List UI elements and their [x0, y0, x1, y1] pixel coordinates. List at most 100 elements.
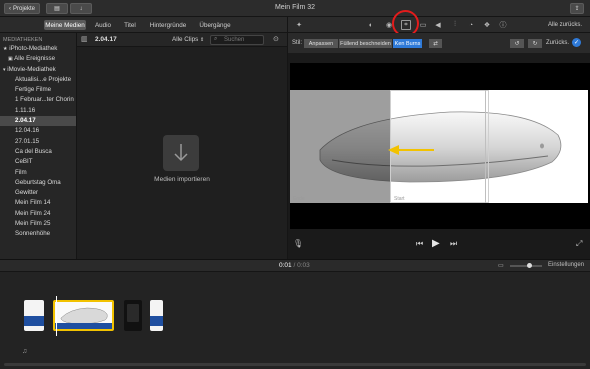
chevron-updown-icon: ⇕	[200, 37, 205, 43]
sidebar-item-event[interactable]: Geburtstag Oma	[0, 178, 76, 188]
timeline-settings-button[interactable]: Einstellungen	[548, 262, 584, 268]
sidebar-item-iphoto[interactable]: ★ iPhoto-Mediathek	[0, 44, 76, 54]
video-frame[interactable]: Ende Start	[290, 63, 590, 229]
import-media-button[interactable]	[163, 135, 199, 171]
sidebar-item-event[interactable]: 1.11.16	[0, 106, 76, 116]
skip-forward-icon[interactable]: ⏭	[450, 239, 457, 249]
playhead[interactable]	[56, 296, 57, 336]
info-icon[interactable]: ⓘ	[498, 20, 508, 30]
sidebar-item-imovie-library[interactable]: ▾ iMovie-Mediathek	[0, 65, 76, 75]
tab-meine-medien[interactable]: Meine Medien	[44, 20, 86, 30]
window-title: Mein Film 32	[274, 4, 316, 11]
sidebar-item-event[interactable]: 27.01.15	[0, 137, 76, 147]
import-media-label: Medien importieren	[154, 176, 210, 183]
zoom-slider-knob[interactable]	[527, 263, 532, 268]
libraries-sidebar: MEDIATHEKEN ★ iPhoto-Mediathek ▣ Alle Er…	[0, 33, 77, 259]
disclosure-triangle-icon: ▾	[3, 66, 6, 73]
clip-thumbnail-band	[127, 304, 139, 322]
tab-uebergaenge[interactable]: Übergänge	[198, 20, 232, 30]
sidebar-item-event-selected[interactable]: 2.04.17	[0, 116, 76, 127]
sidebar-item-event[interactable]: Fertige Filme	[0, 85, 76, 95]
stabilization-icon[interactable]: ▭	[418, 20, 428, 30]
title-bar: ‹ Projekte ▤ ↓ Mein Film 32 ⇪	[0, 0, 590, 17]
end-frame-overlay	[290, 90, 390, 203]
sidebar-item-label: iMovie-Mediathek	[7, 65, 56, 73]
zoom-settings-icon[interactable]: ⊙	[273, 35, 279, 43]
sidebar-item-event[interactable]: 12.04.16	[0, 126, 76, 136]
speed-icon[interactable]: ◔	[466, 20, 476, 30]
share-button[interactable]: ⇪	[570, 3, 584, 14]
crop-option-fuellend[interactable]: Füllend beschneiden	[339, 39, 392, 48]
tab-audio[interactable]: Audio	[92, 20, 114, 30]
current-time: 0:01	[279, 262, 292, 269]
sidebar-toggle-icon[interactable]: ▥	[81, 35, 88, 43]
film-icon: ▣	[8, 56, 13, 63]
ken-burns-direction-arrow	[388, 145, 434, 155]
rotate-left-button[interactable]: ↺	[510, 39, 524, 48]
sidebar-item-label: iPhoto-Mediathek	[9, 45, 58, 52]
tab-titel[interactable]: Titel	[121, 20, 139, 30]
search-icon: ⌕	[214, 36, 218, 42]
share-icon: ⇪	[574, 6, 580, 12]
zoom-slider[interactable]	[510, 263, 542, 268]
microphone-icon[interactable]: 🎙	[293, 239, 303, 248]
end-frame-label: Ende	[293, 196, 305, 202]
clip-filter-label: Alle Clips	[172, 36, 199, 43]
timeline-scrollbar[interactable]	[4, 363, 586, 366]
volume-icon[interactable]: ◀	[433, 20, 443, 30]
crop-option-anpassen[interactable]: Anpassen	[304, 39, 338, 48]
tab-hintergruende[interactable]: Hintergründe	[148, 20, 188, 30]
start-frame-label: Start	[394, 196, 405, 202]
color-balance-icon[interactable]: ◐	[366, 20, 376, 30]
sidebar-item-alle-ereignisse[interactable]: ▣ Alle Ereignisse	[0, 54, 76, 64]
timeline-clip[interactable]	[150, 300, 163, 331]
total-time: 0:03	[297, 262, 310, 269]
sidebar-item-event[interactable]: Mein Film 14	[0, 198, 76, 208]
browser-header: ▥ 2.04.17 Alle Clips ⇕ ⌕ Suchen ⊙	[77, 33, 287, 47]
magic-wand-icon[interactable]: ✦	[294, 20, 304, 30]
star-icon: ★	[3, 46, 8, 52]
play-icon[interactable]: ▶	[432, 238, 440, 249]
timeline-header: 0:01 / 0:03 ▭ Einstellungen	[0, 260, 590, 272]
crop-reset-button[interactable]: Zurücks.	[546, 40, 569, 46]
import-down-arrow-icon	[174, 144, 188, 162]
rotate-right-button[interactable]: ↻	[528, 39, 542, 48]
sidebar-item-event[interactable]: Film	[0, 168, 76, 178]
search-field[interactable]: ⌕ Suchen	[210, 35, 264, 45]
swap-icon: ⇄	[433, 40, 438, 47]
skip-back-icon[interactable]: ⏮	[416, 239, 423, 249]
sidebar-item-event[interactable]: Sonnenhöhe	[0, 229, 76, 239]
equalizer-icon[interactable]: ⫶	[450, 20, 460, 30]
media-browser: Medien importieren	[77, 47, 287, 259]
rotate-right-icon: ↻	[532, 40, 538, 47]
sidebar-item-event[interactable]: Ca del Busca	[0, 147, 76, 157]
filter-icon[interactable]: ❖	[482, 20, 492, 30]
swap-start-end-button[interactable]: ⇄	[429, 39, 442, 48]
timeline-clip-selected[interactable]	[53, 300, 114, 331]
sidebar-item-event[interactable]: Gewitter	[0, 188, 76, 198]
sidebar-item-event[interactable]: Aktualisi...e Projekte	[0, 75, 76, 85]
viewer: Ende Start 🎙 ⏮ ▶ ⏭ ⤢	[287, 53, 590, 259]
end-rect-right-edge	[485, 90, 486, 203]
timeline: 0:01 / 0:03 ▭ Einstellungen ♫	[0, 259, 590, 369]
fullscreen-icon[interactable]: ⤢	[576, 239, 582, 249]
crop-style-label: Stil:	[292, 40, 303, 46]
crop-option-ken-burns[interactable]: Ken Burns	[393, 39, 422, 48]
clip-filter-select[interactable]: Alle Clips ⇕	[172, 36, 204, 43]
clip-thumbnail-band	[24, 316, 44, 326]
apply-checkmark-icon[interactable]: ✓	[572, 38, 581, 47]
timeline-clip[interactable]	[24, 300, 44, 331]
reset-all-button[interactable]: Alle zurücks.	[548, 22, 582, 28]
clip-thumbnail-band	[150, 316, 163, 326]
sidebar-item-label: Alle Ereignisse	[14, 55, 56, 63]
sidebar-item-event[interactable]: CeBIT	[0, 157, 76, 167]
timeline-view-icon[interactable]: ▭	[498, 262, 504, 269]
sidebar-item-event[interactable]: Mein Film 24	[0, 209, 76, 219]
crop-adjustment-bar: Stil: Anpassen Füllend beschneiden Ken B…	[287, 33, 590, 53]
music-note-icon: ♫	[22, 348, 28, 355]
sidebar-item-event[interactable]: Mein Film 25	[0, 219, 76, 229]
timecode: 0:01 / 0:03	[279, 262, 310, 269]
timeline-clip[interactable]	[124, 300, 142, 331]
event-title: 2.04.17	[95, 36, 117, 43]
sidebar-item-event[interactable]: 1 Februar...ter Chorin	[0, 95, 76, 105]
